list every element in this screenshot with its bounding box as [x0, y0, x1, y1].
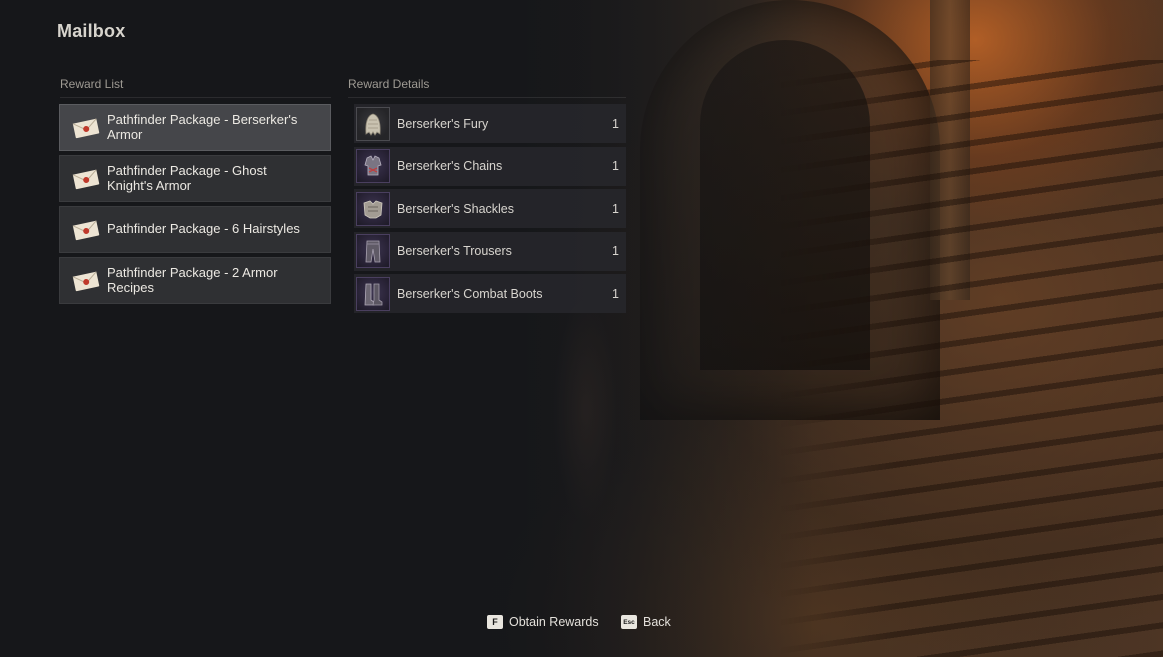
reward-list-item-label: Pathfinder Package - 6 Hairstyles [107, 221, 300, 237]
reward-detail-row[interactable]: Berserker's Shackles 1 [354, 189, 626, 228]
reward-item-name: Berserker's Combat Boots [397, 286, 543, 301]
reward-item-name: Berserker's Fury [397, 116, 489, 131]
reward-item-quantity: 1 [612, 201, 619, 216]
panel-shade [0, 0, 1163, 657]
reward-list-item[interactable]: Pathfinder Package - Ghost Knight's Armo… [59, 155, 331, 202]
reward-detail-row[interactable]: Berserker's Trousers 1 [354, 231, 626, 271]
reward-list-item[interactable]: Pathfinder Package - Berserker's Armor [59, 104, 331, 151]
obtain-rewards-button[interactable]: F Obtain Rewards [487, 613, 599, 631]
esc-key-icon: Esc [621, 615, 637, 629]
reward-details-divider [348, 97, 626, 98]
envelope-icon [72, 219, 100, 241]
background-scene [0, 0, 1163, 657]
reward-detail-row[interactable]: Berserker's Combat Boots 1 [354, 274, 626, 313]
chest-armor-icon [356, 149, 390, 183]
reward-item-quantity: 1 [612, 116, 619, 131]
back-button[interactable]: Esc Back [621, 613, 671, 631]
envelope-icon [72, 270, 100, 292]
helmet-icon [356, 106, 390, 141]
reward-item-name: Berserker's Chains [397, 159, 503, 173]
f-key-icon: F [487, 615, 503, 629]
reward-list-divider [60, 97, 331, 98]
reward-list-item[interactable]: Pathfinder Package - 2 Armor Recipes [59, 257, 331, 304]
reward-item-name: Berserker's Trousers [397, 244, 512, 258]
reward-details-header: Reward Details [348, 77, 626, 98]
reward-detail-row[interactable]: Berserker's Fury 1 [354, 104, 626, 143]
reward-list: Pathfinder Package - Berserker's Armor P… [59, 104, 331, 308]
page-title: Mailbox [57, 21, 126, 41]
boots-icon [356, 276, 390, 311]
back-label: Back [643, 615, 671, 629]
reward-item-name: Berserker's Shackles [397, 201, 515, 216]
reward-list-item[interactable]: Pathfinder Package - 6 Hairstyles [59, 206, 331, 253]
reward-detail-row[interactable]: Berserker's Chains 1 [354, 146, 626, 186]
envelope-icon [72, 168, 100, 190]
reward-item-quantity: 1 [612, 159, 619, 173]
reward-list-item-label: Pathfinder Package - Ghost Knight's Armo… [107, 163, 267, 193]
trousers-icon [356, 234, 390, 268]
reward-list-header: Reward List [60, 77, 331, 98]
reward-list-item-label: Pathfinder Package - 2 Armor Recipes [107, 265, 278, 295]
envelope-icon [72, 117, 100, 139]
reward-item-quantity: 1 [612, 286, 619, 301]
reward-list-item-label: Pathfinder Package - Berserker's Armor [107, 112, 298, 142]
reward-list-label: Reward List [60, 77, 124, 91]
obtain-rewards-label: Obtain Rewards [509, 615, 599, 629]
reward-details-list: Berserker's Fury 1 Berserker's Chains 1 … [354, 104, 626, 317]
reward-details-label: Reward Details [348, 77, 430, 91]
reward-item-quantity: 1 [612, 244, 619, 258]
gauntlets-icon [356, 191, 390, 226]
